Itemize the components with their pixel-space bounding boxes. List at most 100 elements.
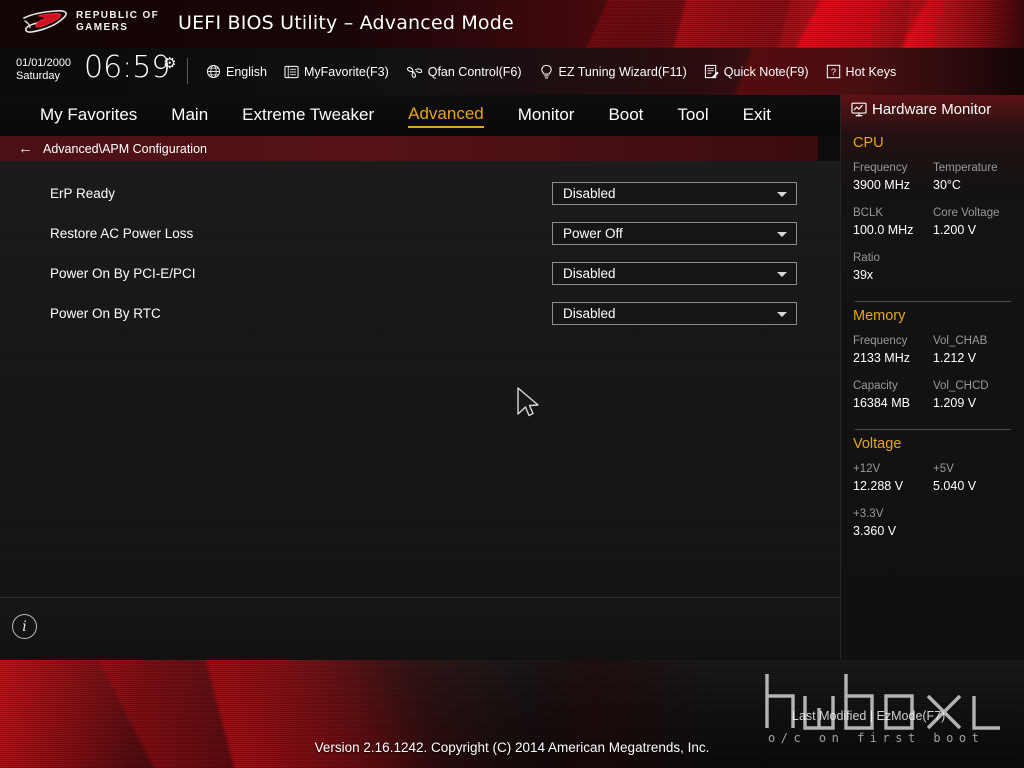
tab-my-favorites[interactable]: My Favorites — [40, 105, 137, 127]
hw-key-memory-capacity: Capacity — [853, 380, 898, 392]
dropdown-value-power-on-by-rtc: Disabled — [563, 305, 616, 321]
hw-section-title-cpu: CPU — [853, 135, 884, 151]
favorites-icon — [284, 65, 299, 78]
hw-key-voltage-33v: +3.3V — [853, 508, 884, 520]
tab-tool[interactable]: Tool — [677, 105, 708, 127]
toolbar-item-language[interactable]: English — [206, 64, 267, 79]
hw-value-cpu-temperature: 30°C — [933, 178, 961, 192]
setting-row-power-on-by-rtc[interactable]: Power On By RTC Disabled — [0, 293, 840, 333]
hw-key-memory-vol-chab: Vol_CHAB — [933, 335, 988, 347]
hw-value-cpu-core-voltage: 1.200 V — [933, 223, 977, 237]
back-arrow-icon[interactable]: ← — [18, 141, 33, 156]
hw-row-cpu-2: Ratio 39x — [853, 250, 1013, 284]
lightbulb-icon — [540, 64, 552, 78]
chevron-down-icon — [777, 191, 787, 197]
hw-key-voltage-5v: +5V — [933, 463, 954, 475]
system-weekday: Saturday — [16, 70, 61, 82]
bios-screen: Republic of Gamers UEFI BIOS Utility – A… — [0, 0, 1024, 768]
top-toolbar: 01/01/2000 Saturday 06:59 ⚙ English MyFa… — [0, 48, 1024, 95]
hw-key-cpu-frequency: Frequency — [853, 162, 908, 174]
toolbar-item-hot-keys[interactable]: ? Hot Keys — [826, 64, 897, 79]
hardware-monitor-body: CPU Frequency 3900 MHz Temperature 30°C … — [841, 129, 1024, 540]
toolbar-item-quick-note-label: Quick Note(F9) — [723, 64, 809, 79]
globe-icon — [206, 64, 221, 79]
tab-main[interactable]: Main — [171, 105, 208, 127]
hw-divider-2 — [855, 429, 1011, 430]
hw-cell-memory-vol-chab: Vol_CHAB 1.212 V — [933, 333, 1013, 367]
hw-row-memory-1: Capacity 16384 MB Vol_CHCD 1.209 V — [853, 378, 1013, 412]
toolbar-divider — [187, 58, 188, 84]
last-modified-button[interactable]: Last Modified | EzMode(F7) — [792, 709, 945, 723]
hw-key-cpu-core-voltage: Core Voltage — [933, 207, 1000, 219]
dropdown-erp-ready[interactable]: Disabled — [552, 181, 797, 205]
setting-label-power-on-by-rtc: Power On By RTC — [50, 305, 161, 321]
hw-cell-cpu-temperature: Temperature 30°C — [933, 160, 1013, 194]
hw-cell-cpu-core-voltage: Core Voltage 1.200 V — [933, 205, 1013, 239]
hw-key-memory-vol-chcd: Vol_CHCD — [933, 380, 989, 392]
settings-list: ErP Ready Disabled Restore AC Power Loss… — [0, 161, 840, 598]
hw-row-cpu-0: Frequency 3900 MHz Temperature 30°C — [853, 160, 1013, 194]
hw-row-voltage-1: +3.3V 3.360 V — [853, 506, 1013, 540]
hw-key-voltage-12v: +12V — [853, 463, 881, 475]
hw-value-cpu-frequency: 3900 MHz — [853, 178, 910, 192]
rog-wordmark-line2: Gamers — [76, 22, 129, 33]
hw-cell-voltage-12v: +12V 12.288 V — [853, 461, 933, 495]
breadcrumb-path: Advanced\APM Configuration — [43, 141, 207, 156]
fan-icon — [406, 66, 422, 78]
chevron-down-icon — [777, 311, 787, 317]
toolbar-item-myfavorite[interactable]: MyFavorite(F3) — [284, 65, 389, 79]
setting-row-restore-ac-power-loss[interactable]: Restore AC Power Loss Power Off — [0, 213, 840, 253]
gear-icon[interactable]: ⚙ — [163, 56, 176, 71]
hw-cell-memory-frequency: Frequency 2133 MHz — [853, 333, 933, 367]
monitor-icon — [851, 102, 867, 117]
hw-value-memory-vol-chcd: 1.209 V — [933, 396, 977, 410]
hw-section-title-voltage: Voltage — [853, 436, 902, 452]
hw-cell-memory-vol-chcd: Vol_CHCD 1.209 V — [933, 378, 1013, 412]
svg-text:?: ? — [830, 67, 835, 77]
hw-cell-voltage-33v: +3.3V 3.360 V — [853, 506, 1013, 540]
hw-divider-1 — [855, 301, 1011, 302]
dropdown-power-on-by-rtc[interactable]: Disabled — [552, 301, 797, 325]
setting-row-power-on-by-pcie-pci[interactable]: Power On By PCI-E/PCI Disabled — [0, 253, 840, 293]
hw-value-memory-frequency: 2133 MHz — [853, 351, 910, 365]
toolbar-item-ez-tuning-wizard[interactable]: EZ Tuning Wizard(F11) — [539, 64, 687, 80]
setting-row-erp-ready[interactable]: ErP Ready Disabled — [0, 173, 840, 213]
toolbar-item-hot-keys-label: Hot Keys — [845, 64, 897, 79]
toolbar-item-qfan-control[interactable]: Qfan Control(F6) — [406, 64, 522, 79]
setting-label-erp-ready: ErP Ready — [50, 185, 116, 201]
tab-exit[interactable]: Exit — [743, 105, 771, 127]
tab-extreme-tweaker[interactable]: Extreme Tweaker — [242, 105, 374, 127]
hw-value-voltage-33v: 3.360 V — [853, 524, 897, 538]
tab-monitor[interactable]: Monitor — [518, 105, 575, 127]
tab-boot[interactable]: Boot — [608, 105, 643, 127]
rog-logo: Republic of Gamers — [22, 9, 159, 35]
hw-section-title-memory: Memory — [853, 308, 906, 324]
hw-value-memory-vol-chab: 1.212 V — [933, 351, 977, 365]
setting-label-power-on-by-pcie-pci: Power On By PCI-E/PCI — [50, 265, 196, 281]
dropdown-power-on-by-pcie-pci[interactable]: Disabled — [552, 261, 797, 285]
hw-cell-cpu-ratio: Ratio 39x — [853, 250, 1013, 284]
help-info-bar: i — [0, 598, 840, 660]
rog-eye-icon — [23, 10, 67, 33]
hw-cell-cpu-bclk: BCLK 100.0 MHz — [853, 205, 933, 239]
hw-row-memory-0: Frequency 2133 MHz Vol_CHAB 1.212 V — [853, 333, 1013, 367]
system-date-time: 01/01/2000 Saturday — [16, 57, 71, 83]
toolbar-item-ez-tuning-wizard-label: EZ Tuning Wizard(F11) — [558, 64, 687, 79]
tab-advanced[interactable]: Advanced — [408, 104, 484, 128]
breadcrumb[interactable]: ← Advanced\APM Configuration — [0, 136, 818, 161]
toolbar-item-myfavorite-label: MyFavorite(F3) — [304, 64, 389, 79]
system-clock: 06:59 — [84, 50, 171, 85]
title-banner: Republic of Gamers UEFI BIOS Utility – A… — [0, 0, 1024, 48]
system-date: 01/01/2000 — [16, 57, 72, 69]
info-icon[interactable]: i — [12, 614, 37, 639]
hw-cell-memory-capacity: Capacity 16384 MB — [853, 378, 933, 412]
setting-label-restore-ac-power-loss: Restore AC Power Loss — [50, 225, 194, 241]
dropdown-restore-ac-power-loss[interactable]: Power Off — [552, 221, 797, 245]
toolbar-item-quick-note[interactable]: Quick Note(F9) — [704, 64, 809, 79]
hw-key-cpu-temperature: Temperature — [933, 162, 998, 174]
rog-wordmark: Republic of Gamers — [76, 10, 159, 34]
hw-row-voltage-0: +12V 12.288 V +5V 5.040 V — [853, 461, 1013, 495]
